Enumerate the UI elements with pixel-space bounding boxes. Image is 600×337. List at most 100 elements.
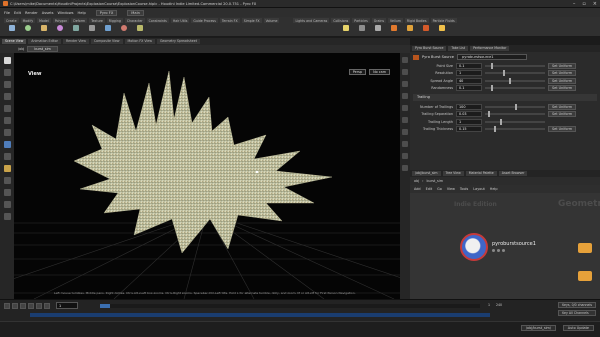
view-tool-icon[interactable]: [3, 153, 11, 160]
frame-field[interactable]: 1: [56, 302, 78, 309]
jump-start-icon[interactable]: [4, 302, 10, 309]
shelf-tab-guide-process[interactable]: Guide Process: [191, 18, 218, 23]
param-value-field[interactable]: 0.1: [456, 62, 482, 69]
object-path-field[interactable]: burst_sim: [27, 46, 58, 52]
key-all-channels-button[interactable]: Key All Channels: [558, 310, 596, 316]
shelf-tool-explosion[interactable]: [404, 25, 415, 35]
breadcrumb-burst-sim[interactable]: burst_sim: [427, 179, 444, 183]
light-tool-icon[interactable]: [3, 189, 11, 196]
shelf-tool-circle[interactable]: [118, 25, 129, 35]
param-value-field[interactable]: 1: [456, 118, 482, 125]
param-value-field[interactable]: 100: [456, 103, 482, 110]
set-uniform-button[interactable]: Set Uniform: [548, 126, 577, 133]
shelf-tab-lights-cameras[interactable]: Lights and Cameras: [293, 18, 330, 23]
flag-icon[interactable]: [502, 249, 505, 252]
rotate-tool-icon[interactable]: [3, 81, 11, 88]
node-name-field[interactable]: pyroburstsource1: [457, 54, 528, 60]
shelf-tool-null[interactable]: [86, 25, 97, 35]
net-menu-add[interactable]: Add: [414, 187, 421, 191]
flag-icon[interactable]: [492, 249, 495, 252]
shadows-icon[interactable]: [402, 105, 408, 111]
shelf-tool-camera[interactable]: [356, 25, 367, 35]
playhead[interactable]: [100, 304, 110, 308]
shelf-tab-character[interactable]: Character: [124, 18, 145, 23]
tab-scene-view[interactable]: Scene View: [2, 39, 27, 44]
param-value-field[interactable]: 1: [456, 70, 482, 77]
shelf-tool-light[interactable]: [340, 25, 351, 35]
tab-network-editor[interactable]: /obj/burst_sim: [412, 171, 441, 176]
play-icon[interactable]: [28, 302, 34, 309]
display-points-icon[interactable]: [402, 57, 408, 63]
camera-tool-icon[interactable]: [3, 177, 11, 184]
tab-animation-editor[interactable]: Animation Editor: [28, 39, 61, 44]
flag-icon[interactable]: [497, 249, 500, 252]
tab-composite-view[interactable]: Composite View: [90, 39, 123, 44]
shelf-tool-fireball[interactable]: [436, 25, 447, 35]
shelf-tab-texture[interactable]: Texture: [89, 18, 105, 23]
net-menu-edit[interactable]: Edit: [426, 187, 433, 191]
scene-path-status[interactable]: /obj/burst_sim/: [520, 325, 556, 331]
shaded-icon[interactable]: [402, 81, 408, 87]
set-uniform-button[interactable]: Set Uniform: [548, 111, 577, 118]
wireframe-icon[interactable]: [402, 69, 408, 75]
handle-tool-icon[interactable]: [3, 105, 11, 112]
shelf-tool-sphere[interactable]: [22, 25, 33, 35]
select-tool-icon[interactable]: [3, 57, 11, 64]
shelf-tab-rigid-bodies[interactable]: Rigid Bodies: [404, 18, 429, 23]
set-uniform-button[interactable]: Set Uniform: [548, 103, 577, 110]
templates-icon[interactable]: [402, 153, 408, 159]
background-icon[interactable]: [402, 117, 408, 123]
shelf-tab-volume[interactable]: Volume: [263, 18, 280, 23]
shelf-tab-model[interactable]: Model: [37, 18, 51, 23]
net-menu-go[interactable]: Go: [437, 187, 442, 191]
shelf-tool-curve[interactable]: [134, 25, 145, 35]
shelf-tab-terrain-fx[interactable]: Terrain FX: [219, 18, 240, 23]
param-slider[interactable]: [485, 85, 545, 92]
shelf-tab-simple-fx[interactable]: Simple FX: [241, 18, 262, 23]
build-select[interactable]: Main: [127, 9, 144, 16]
normals-icon[interactable]: [402, 141, 408, 147]
network-canvas[interactable]: Indie Edition Geometry pyroburstsource1: [410, 193, 600, 299]
shelf-tool-tube[interactable]: [38, 25, 49, 35]
set-uniform-button[interactable]: Set Uniform: [548, 62, 577, 69]
menu-help[interactable]: Help: [78, 11, 86, 15]
shelf-tab-collisions[interactable]: Collisions: [331, 18, 351, 23]
tab-material-palette[interactable]: Material Palette: [465, 171, 497, 176]
menu-windows[interactable]: Windows: [57, 11, 73, 15]
shelf-tab-particles[interactable]: Particles: [352, 18, 370, 23]
auto-update-button[interactable]: Auto Update: [562, 325, 594, 331]
tab-take-list[interactable]: Take List: [448, 46, 469, 51]
shelf-tab-particle-fluids[interactable]: Particle Fluids: [430, 18, 457, 23]
menu-render[interactable]: Render: [25, 11, 38, 15]
scale-tool-icon[interactable]: [3, 93, 11, 100]
menu-assets[interactable]: Assets: [42, 11, 54, 15]
tab-performance-monitor[interactable]: Performance Monitor: [470, 46, 510, 51]
trailing-section-header[interactable]: Trailing: [413, 94, 597, 101]
param-slider[interactable]: [485, 126, 545, 133]
pose-tool-icon[interactable]: [3, 117, 11, 124]
downstream-node[interactable]: [578, 243, 592, 253]
menu-file[interactable]: File: [4, 11, 10, 15]
param-slider[interactable]: [485, 70, 545, 77]
shelf-tool-pyro[interactable]: [420, 25, 431, 35]
shelf-tool-line[interactable]: [102, 25, 113, 35]
measure-tool-icon[interactable]: [3, 201, 11, 208]
param-slider[interactable]: [485, 62, 545, 69]
shelf-tab-create[interactable]: Create: [4, 18, 19, 23]
ghosting-icon[interactable]: [402, 165, 408, 171]
shelf-tool-grid[interactable]: [70, 25, 81, 35]
scene-viewport[interactable]: View Persp No cam Left mouse tumbles. Mi…: [14, 53, 400, 299]
grid-tool-icon[interactable]: [3, 213, 11, 220]
shelf-tool-box[interactable]: [6, 25, 17, 35]
net-menu-tools[interactable]: Tools: [460, 187, 468, 191]
tab-render-view[interactable]: Render View: [63, 39, 89, 44]
timeline-track[interactable]: [100, 304, 480, 308]
minimize-icon[interactable]: –: [573, 1, 576, 7]
set-uniform-button[interactable]: Set Uniform: [548, 85, 577, 92]
shelf-tab-rigging[interactable]: Rigging: [106, 18, 123, 23]
tab-parameters[interactable]: Pyro Burst Source: [412, 46, 447, 51]
pyroburstsource-node[interactable]: [460, 233, 488, 261]
keys-channels-button[interactable]: Keys, 0/0 channels: [558, 302, 596, 308]
shelf-tab-polygon[interactable]: Polygon: [52, 18, 70, 23]
net-menu-view[interactable]: View: [447, 187, 455, 191]
